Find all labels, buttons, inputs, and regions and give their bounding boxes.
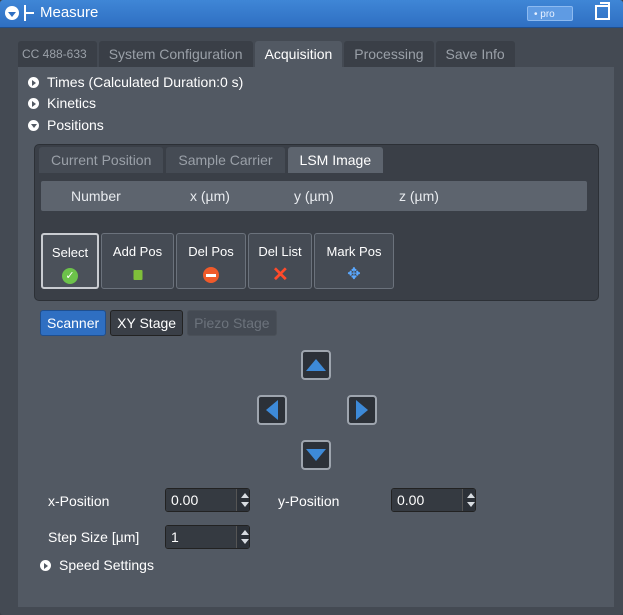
move-left-button[interactable] — [257, 395, 287, 425]
column-y: y (µm) — [294, 188, 334, 204]
positions-expander[interactable]: Positions — [28, 117, 104, 133]
add-pos-button[interactable]: Add Pos — [101, 233, 174, 289]
x-icon: ✕ — [272, 264, 289, 286]
times-expander[interactable]: Times (Calculated Duration:0 s) — [28, 74, 243, 90]
panel-title: Measure — [40, 4, 99, 21]
pro-badge: • pro — [527, 6, 573, 21]
step-size-stepper[interactable] — [236, 526, 249, 548]
xy-stage-button[interactable]: XY Stage — [110, 310, 184, 336]
column-number: Number — [71, 188, 121, 204]
y-position-label: y-Position — [278, 493, 340, 509]
move-icon: ✥ — [347, 266, 361, 283]
check-icon: ✓ — [62, 268, 78, 284]
column-x: x (µm) — [190, 188, 230, 204]
speed-settings-expander[interactable]: Speed Settings — [40, 557, 154, 573]
kinetics-label: Kinetics — [47, 95, 97, 111]
y-position-input[interactable] — [392, 489, 463, 511]
move-down-button[interactable] — [301, 440, 331, 470]
arrow-down-icon — [306, 449, 326, 461]
y-position-field[interactable] — [391, 488, 476, 512]
measure-panel: Measure • pro CC 488-633 System Configur… — [0, 0, 623, 615]
step-size-label: Step Size [µm] — [48, 529, 140, 545]
arrow-right-icon — [356, 400, 368, 420]
tab-system-configuration[interactable]: System Configuration — [98, 41, 253, 67]
minus-circle-icon — [203, 267, 219, 283]
title-bar: Measure • pro — [0, 0, 623, 28]
expand-right-icon — [28, 97, 39, 109]
expand-right-icon — [28, 76, 39, 88]
move-up-button[interactable] — [301, 350, 331, 380]
kinetics-expander[interactable]: Kinetics — [28, 95, 96, 111]
positions-table-header: Number x (µm) y (µm) z (µm) — [41, 181, 587, 211]
tab-sample-carrier[interactable]: Sample Carrier — [166, 147, 285, 173]
add-pos-label: Add Pos — [112, 244, 163, 259]
del-list-button[interactable]: Del List ✕ — [248, 233, 312, 289]
select-button[interactable]: Select ✓ — [41, 233, 99, 289]
mode-selector: Scanner XY Stage Piezo Stage — [40, 310, 281, 336]
times-label: Times (Calculated Duration:0 s) — [47, 74, 244, 90]
main-tabs: CC 488-633 System Configuration Acquisit… — [18, 41, 517, 67]
select-label: Select — [51, 245, 89, 260]
y-position-stepper[interactable] — [462, 489, 475, 511]
x-position-label: x-Position — [48, 493, 110, 509]
lock-icon — [133, 270, 142, 280]
x-position-stepper[interactable] — [236, 489, 249, 511]
piezo-stage-button: Piezo Stage — [187, 310, 277, 336]
collapse-icon[interactable] — [5, 6, 19, 20]
step-size-field[interactable] — [165, 525, 250, 549]
positions-label: Positions — [47, 117, 104, 133]
positions-panel: Current Position Sample Carrier LSM Imag… — [34, 144, 599, 301]
expand-down-icon — [28, 119, 39, 131]
tab-lsm-image[interactable]: LSM Image — [287, 147, 384, 173]
arrow-left-icon — [266, 400, 278, 420]
tab-processing[interactable]: Processing — [344, 41, 434, 67]
scanner-button[interactable]: Scanner — [40, 310, 107, 336]
mark-pos-label: Mark Pos — [326, 244, 382, 259]
x-position-field[interactable] — [165, 488, 250, 512]
position-toolbar: Select ✓ Add Pos Del Pos Del List ✕ Mark… — [41, 233, 396, 289]
del-pos-button[interactable]: Del Pos — [176, 233, 246, 289]
tree-icon — [24, 5, 38, 21]
column-z: z (µm) — [399, 188, 439, 204]
mark-pos-button[interactable]: Mark Pos ✥ — [314, 233, 394, 289]
tab-acquisition[interactable]: Acquisition — [254, 41, 343, 67]
tab-current-position[interactable]: Current Position — [39, 147, 164, 173]
move-right-button[interactable] — [347, 395, 377, 425]
undock-icon[interactable] — [595, 5, 610, 20]
tab-save-info[interactable]: Save Info — [435, 41, 515, 67]
tab-cc[interactable]: CC 488-633 — [18, 41, 97, 67]
del-pos-label: Del Pos — [188, 244, 234, 259]
step-size-input[interactable] — [166, 526, 237, 548]
del-list-label: Del List — [258, 244, 302, 259]
position-tabs: Current Position Sample Carrier LSM Imag… — [39, 147, 386, 173]
speed-settings-label: Speed Settings — [59, 557, 154, 573]
arrow-up-icon — [306, 359, 326, 371]
expand-right-icon — [40, 559, 51, 571]
x-position-input[interactable] — [166, 489, 237, 511]
